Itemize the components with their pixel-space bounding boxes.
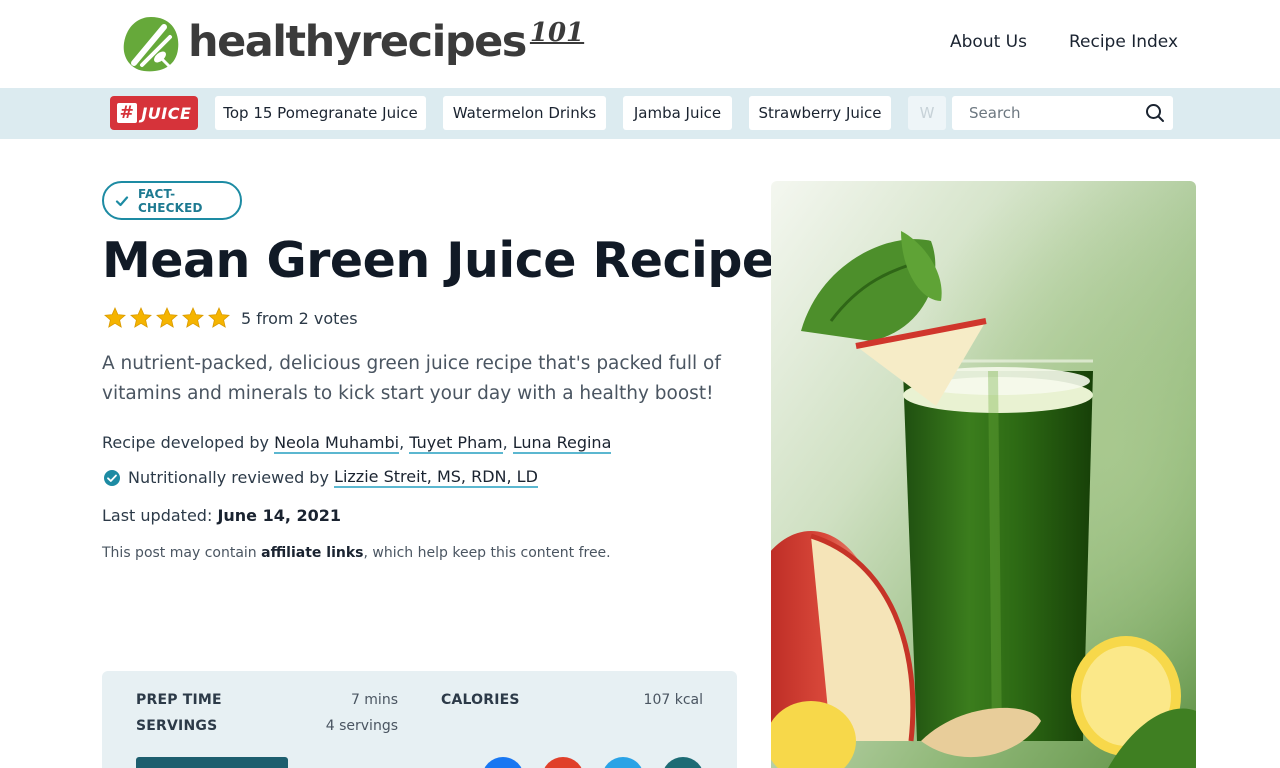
rating-votes-text: 5 from 2 votes (241, 308, 358, 328)
site-header: healthyrecipes 101 About Us Recipe Index (0, 0, 1280, 88)
checkmark-icon (115, 195, 129, 206)
last-updated-date: June 14, 2021 (217, 506, 342, 525)
star-icon[interactable] (129, 306, 153, 330)
topic-tag-label: JUICE (141, 103, 192, 123)
disclosure-text-after: , which help keep this content free. (363, 545, 611, 561)
reviewer-prefix: Nutritionally reviewed by (128, 468, 329, 487)
fact-checked-label: FACT-CHECKED (138, 186, 203, 215)
pinterest-share-icon[interactable] (542, 757, 584, 768)
servings-label: SERVINGS (136, 718, 218, 734)
disclosure-text-before: This post may contain (102, 545, 257, 561)
prep-time-label: PREP TIME (136, 692, 222, 708)
search-icon[interactable] (1145, 103, 1165, 123)
nutrition-reviewer: Nutritionally reviewed by Lizzie Streit,… (102, 467, 538, 488)
recipe-developers: Recipe developed by Neola Muhambi, Tuyet… (102, 433, 612, 454)
star-icon[interactable] (103, 306, 127, 330)
topic-bar: # JUICE Top 15 Pomegranate Juice Waterme… (0, 88, 1280, 139)
logo-wordmark: healthyrecipes (188, 17, 527, 67)
last-updated-prefix: Last updated: (102, 506, 213, 525)
topic-chip-watermelon-drinks[interactable]: Watermelon Drinks (443, 96, 606, 130)
calories-label: CALORIES (441, 692, 520, 708)
star-icon[interactable] (207, 306, 231, 330)
logo-leaf-icon (123, 17, 179, 72)
search-box (952, 96, 1173, 130)
servings-value: 4 servings (325, 718, 398, 734)
developer-link[interactable]: Luna Regina (512, 433, 612, 454)
hashtag-icon: # (116, 103, 138, 123)
rating-stars[interactable] (103, 306, 231, 330)
logo-suffix: 101 (529, 18, 585, 48)
verified-check-icon (104, 469, 120, 486)
jump-to-recipe-button[interactable] (136, 757, 288, 768)
calories-value: 107 kcal (643, 692, 703, 708)
recipe-hero-image (771, 181, 1196, 768)
twitter-share-icon[interactable] (602, 757, 644, 768)
developers-prefix: Recipe developed by (102, 433, 269, 452)
recipe-rating[interactable]: 5 from 2 votes (103, 306, 358, 330)
topic-chip-strawberry-juice[interactable]: Strawberry Juice (749, 96, 891, 130)
star-icon[interactable] (155, 306, 179, 330)
reviewer-link[interactable]: Lizzie Streit, MS, RDN, LD (334, 467, 538, 488)
recipe-description: A nutrient-packed, delicious green juice… (102, 353, 721, 404)
top-nav: About Us Recipe Index (950, 32, 1178, 52)
nav-link-recipe-index[interactable]: Recipe Index (1069, 32, 1178, 52)
email-share-icon[interactable] (662, 757, 704, 768)
developer-link[interactable]: Neola Muhambi (274, 433, 400, 454)
search-input[interactable] (969, 104, 1139, 122)
page-title: Mean Green Juice Recipe (102, 232, 775, 289)
developer-link[interactable]: Tuyet Pham (409, 433, 503, 454)
prep-time-value: 7 mins (350, 692, 398, 708)
topic-chip-overflow[interactable]: W (908, 96, 946, 130)
recipe-info-card: PREP TIME 7 mins SERVINGS 4 servings CAL… (102, 671, 737, 768)
nav-link-about-us[interactable]: About Us (950, 32, 1027, 52)
affiliate-disclosure: This post may contain affiliate links, w… (102, 545, 611, 561)
star-icon[interactable] (181, 306, 205, 330)
fact-checked-badge[interactable]: FACT-CHECKED (102, 181, 242, 220)
topic-chip-pomegranate-juice[interactable]: Top 15 Pomegranate Juice (215, 96, 426, 130)
site-logo[interactable]: healthyrecipes 101 (120, 12, 584, 76)
topic-tag-juice[interactable]: # JUICE (110, 96, 198, 130)
facebook-share-icon[interactable] (482, 757, 524, 768)
topic-chip-jamba-juice[interactable]: Jamba Juice (623, 96, 732, 130)
last-updated: Last updated: June 14, 2021 (102, 506, 341, 525)
affiliate-links-link[interactable]: affiliate links (261, 545, 363, 561)
green-juice-photo (771, 181, 1196, 768)
